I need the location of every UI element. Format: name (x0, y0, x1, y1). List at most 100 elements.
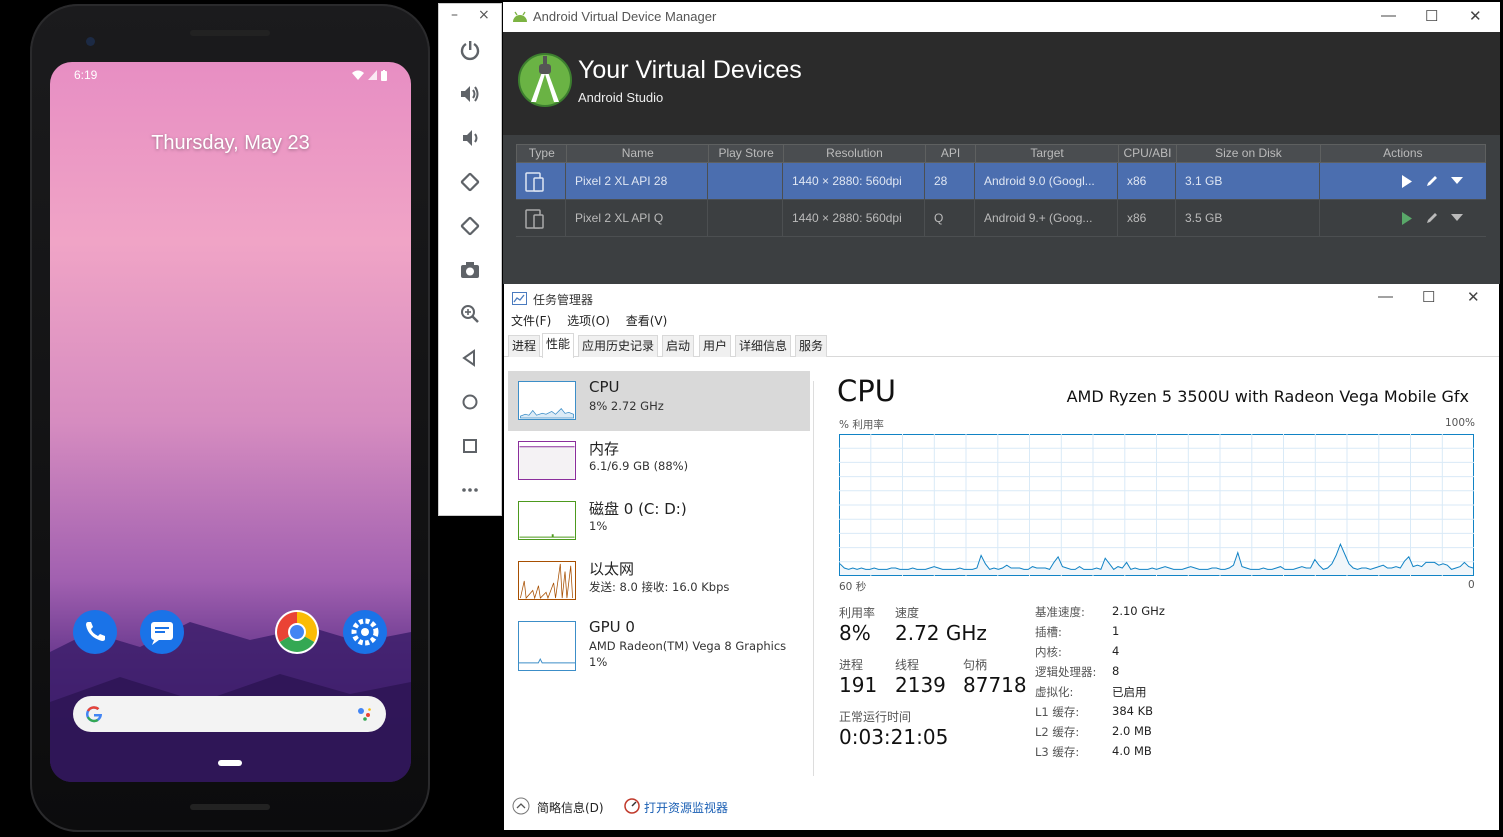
graph-max-label: 100% (1445, 417, 1476, 429)
tab-startup[interactable]: 启动 (662, 335, 695, 357)
column-header-actions[interactable]: Actions (1321, 145, 1485, 162)
column-header-play-store[interactable]: Play Store (709, 145, 785, 162)
perf-item-sub: 1% (589, 519, 608, 533)
avd-close-button[interactable]: ✕ (1469, 7, 1482, 25)
menu-options[interactable]: 选项(O) (567, 314, 610, 328)
volume-down-button[interactable] (456, 124, 484, 152)
perf-item-name: 内存 (589, 440, 620, 458)
play-icon[interactable] (1401, 175, 1413, 188)
column-header-size[interactable]: Size on Disk (1177, 145, 1321, 162)
phone-tablet-icon (525, 172, 544, 192)
detail-value: 1 (1112, 624, 1120, 638)
cpu-panel-title: CPU (837, 374, 896, 408)
zoom-button[interactable] (456, 300, 484, 328)
play-icon[interactable] (1401, 212, 1413, 225)
edit-icon[interactable] (1425, 211, 1439, 225)
overview-button[interactable] (456, 432, 484, 460)
tm-title-bar: 任务管理器 — ☐ ✕ (504, 284, 1499, 312)
perf-item-cpu[interactable]: CPU 8% 2.72 GHz (508, 371, 810, 431)
avd-manager-window: Android Virtual Device Manager — ☐ ✕ You… (503, 2, 1500, 284)
menu-file[interactable]: 文件(F) (511, 314, 551, 328)
fewer-details-button[interactable]: 简略信息(D) (537, 799, 604, 816)
volume-up-button[interactable] (456, 80, 484, 108)
perf-item-sub2: 1% (589, 655, 608, 669)
back-button[interactable] (456, 344, 484, 372)
chevron-up-icon[interactable] (512, 797, 530, 815)
detail-value: 2.0 MB (1112, 724, 1152, 738)
device-play-store (708, 163, 783, 199)
android-studio-logo (518, 53, 572, 107)
google-search-bar[interactable] (73, 696, 386, 732)
cpu-thumbnail-graph (518, 381, 576, 420)
device-play-store (708, 200, 783, 236)
phone-camera (86, 37, 95, 46)
utilization-label: 利用率 (839, 606, 876, 620)
perf-item-gpu[interactable]: GPU 0 AMD Radeon(TM) Vega 8 Graphics 1% (508, 611, 810, 671)
menu-view[interactable]: 查看(V) (626, 314, 668, 328)
column-header-target[interactable]: Target (976, 145, 1119, 162)
perf-item-memory[interactable]: 内存 6.1/6.9 GB (88%) (508, 431, 810, 491)
perf-item-name: 磁盘 0 (C: D:) (589, 500, 687, 518)
perf-item-disk[interactable]: 磁盘 0 (C: D:) 1% (508, 491, 810, 551)
column-header-resolution[interactable]: Resolution (784, 145, 926, 162)
device-actions (1320, 200, 1486, 236)
power-button[interactable] (456, 36, 484, 64)
rotate-right-button[interactable] (456, 212, 484, 240)
lockscreen-date[interactable]: Thursday, May 23 (50, 132, 411, 155)
device-api: 28 (925, 163, 975, 199)
detail-value: 已启用 (1112, 685, 1147, 699)
tm-minimize-button[interactable]: — (1378, 288, 1393, 305)
avd-row[interactable]: Pixel 2 XL API Q 1440 × 2880: 560dpi Q A… (516, 200, 1486, 237)
column-header-api[interactable]: API (926, 145, 977, 162)
tab-processes[interactable]: 进程 (508, 335, 541, 357)
overview-icon (463, 439, 477, 453)
phone-app-icon[interactable] (73, 610, 117, 654)
tab-services[interactable]: 服务 (795, 335, 828, 357)
detail-key: 虚拟化: (1035, 685, 1074, 699)
tab-users[interactable]: 用户 (699, 335, 732, 357)
column-header-name[interactable]: Name (567, 145, 710, 162)
settings-app-icon[interactable] (343, 610, 387, 654)
chevron-down-icon[interactable] (1451, 214, 1463, 222)
memory-thumbnail-graph (518, 441, 576, 480)
chrome-app-icon[interactable] (275, 610, 319, 654)
messages-app-icon[interactable] (140, 610, 184, 654)
emulator-close-button[interactable]: × (478, 7, 490, 23)
google-g-icon (86, 706, 103, 723)
tab-performance[interactable]: 性能 (542, 333, 575, 358)
assistant-icon[interactable] (356, 705, 374, 723)
avd-maximize-button[interactable]: ☐ (1425, 7, 1438, 25)
chevron-down-icon[interactable] (1451, 177, 1463, 185)
processes-value: 191 (839, 673, 878, 697)
home-button[interactable] (456, 388, 484, 416)
open-resource-monitor-link[interactable]: 打开资源监视器 (644, 799, 728, 816)
column-header-type[interactable]: Type (517, 145, 568, 162)
detail-value: 384 KB (1112, 704, 1154, 718)
detail-value: 2.10 GHz (1112, 604, 1165, 618)
tab-details[interactable]: 详细信息 (735, 335, 792, 357)
avd-row[interactable]: Pixel 2 XL API 28 1440 × 2880: 560dpi 28… (516, 163, 1486, 200)
detail-value: 8 (1112, 664, 1120, 678)
emulator-toolbar: – × (439, 4, 501, 515)
perf-item-name: 以太网 (589, 560, 635, 578)
detail-value: 4 (1112, 644, 1120, 658)
emulator-phone: 6:19 Thursday, May 23 (30, 4, 430, 832)
screenshot-button[interactable] (456, 256, 484, 284)
tm-close-button[interactable]: ✕ (1467, 288, 1480, 306)
tm-footer: 简略信息(D) 打开资源监视器 (504, 794, 1499, 818)
column-header-cpu[interactable]: CPU/ABI (1119, 145, 1178, 162)
disk-thumbnail-graph (518, 501, 576, 540)
more-button[interactable] (456, 476, 484, 504)
edit-icon[interactable] (1425, 174, 1439, 188)
phone-speaker (190, 30, 270, 36)
tab-app-history[interactable]: 应用历史记录 (578, 335, 659, 357)
home-gesture-pill[interactable] (218, 760, 242, 766)
phone-screen[interactable]: 6:19 Thursday, May 23 (50, 62, 411, 782)
tm-maximize-button[interactable]: ☐ (1422, 288, 1435, 306)
avd-minimize-button[interactable]: — (1381, 7, 1396, 24)
detail-key: 内核: (1035, 645, 1062, 659)
device-type-cell (516, 163, 566, 199)
rotate-left-button[interactable] (456, 168, 484, 196)
emulator-minimize-button[interactable]: – (451, 7, 458, 23)
perf-item-ethernet[interactable]: 以太网 发送: 8.0 接收: 16.0 Kbps (508, 551, 810, 611)
